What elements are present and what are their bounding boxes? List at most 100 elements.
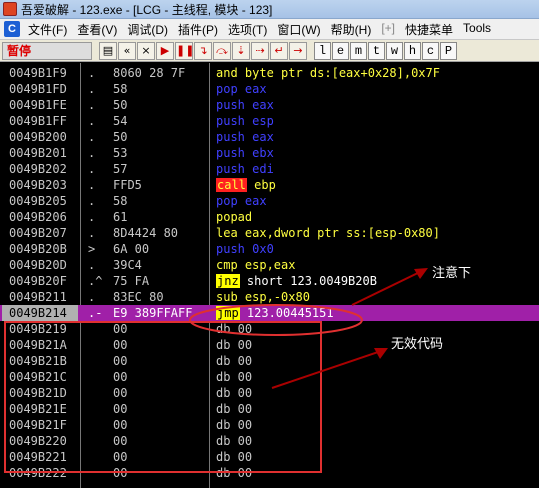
trace-into-icon[interactable]: ⇣ — [232, 41, 250, 60]
row-address: 0049B21A — [9, 338, 67, 352]
menu-bar: C 文件(F) 查看(V) 调试(D) 插件(P) 选项(T) 窗口(W) 帮助(H) [+]… — [0, 19, 539, 40]
row-operands: short 123.0049B20B — [239, 274, 377, 288]
row-operands: 00 — [230, 386, 253, 400]
disasm-row[interactable]: 0049B20B >6A 00 push 0x0 — [0, 241, 539, 257]
disasm-row[interactable]: 0049B219 00 db 00 — [0, 321, 539, 337]
disasm-row[interactable]: 0049B1FF. 54 push esp — [0, 113, 539, 129]
window-button-P[interactable]: P — [440, 41, 457, 60]
row-operands: 00 — [230, 418, 253, 432]
row-operands: byte ptr ds:[eax+0x28],0x7F — [237, 66, 440, 80]
window-button-m[interactable]: m — [350, 41, 367, 60]
row-mnemonic: push — [216, 114, 245, 128]
row-address: 0049B1F9 — [9, 66, 67, 80]
execute-till-return-icon[interactable]: ↵ — [270, 41, 288, 60]
menu-item[interactable]: 快捷菜单 — [400, 21, 458, 38]
step-into-icon[interactable]: ↴ — [194, 41, 212, 60]
trace-over-icon[interactable]: ⇢ — [251, 41, 269, 60]
disasm-row[interactable]: 0049B1FD. 58 pop eax — [0, 81, 539, 97]
row-mnemonic: db — [216, 370, 231, 384]
disasm-row[interactable]: 0049B200. 50 push eax — [0, 129, 539, 145]
row-address: 0049B221 — [9, 450, 67, 464]
row-operands: 00 — [230, 466, 253, 480]
menu-item[interactable]: Tools — [458, 21, 496, 38]
disasm-row[interactable]: 0049B21E 00 db 00 — [0, 401, 539, 417]
row-address: 0049B207 — [9, 226, 67, 240]
row-operands: eax — [244, 98, 274, 112]
row-address: 0049B21B — [9, 354, 67, 368]
menu-item[interactable]: 查看(V) — [72, 21, 122, 38]
menu-item[interactable]: 调试(D) — [122, 21, 173, 38]
row-mnemonic: pop — [216, 82, 238, 96]
row-address: 0049B214 — [2, 305, 78, 321]
row-hex: 61 — [113, 210, 128, 224]
window-title: 吾爱破解 - 123.exe - [LCG - 主线程, 模块 - 123] — [21, 2, 273, 17]
menu-item[interactable]: 选项(T) — [223, 21, 272, 38]
menu-item[interactable]: 文件(F) — [23, 21, 72, 38]
disasm-row[interactable]: 0049B214 .- E9 389FFAFF jmp 123.00445151 — [0, 305, 539, 321]
row-operands: eax — [244, 130, 274, 144]
disasm-row[interactable]: 0049B203. FFD5 call ebp — [0, 177, 539, 193]
disasm-row[interactable]: 0049B1F9. 8060 28 7F and byte ptr ds:[eax+… — [0, 65, 539, 81]
disasm-row[interactable]: 0049B205. 58 pop eax — [0, 193, 539, 209]
menu-item[interactable]: [+] — [376, 21, 400, 38]
row-operands: esp,-0x80 — [237, 290, 310, 304]
row-mnemonic: jmp — [216, 306, 240, 320]
disasm-row[interactable]: 0049B1FE. 50 push eax — [0, 97, 539, 113]
rewind-icon[interactable]: « — [118, 41, 136, 60]
close-icon[interactable]: × — [137, 41, 155, 60]
row-address: 0049B219 — [9, 322, 67, 336]
window-button-w[interactable]: w — [386, 41, 403, 60]
row-hex: 00 — [113, 370, 128, 384]
c-logo-icon[interactable]: C — [4, 21, 20, 37]
row-operands: ebp — [246, 178, 276, 192]
row-address: 0049B20D — [9, 258, 67, 272]
window-button-t[interactable]: t — [368, 41, 385, 60]
row-operands: eax,dword ptr ss:[esp-0x80] — [237, 226, 440, 240]
menu-item[interactable]: 插件(P) — [173, 21, 223, 38]
row-marker: . — [88, 162, 96, 176]
menu-item[interactable]: 窗口(W) — [272, 21, 325, 38]
row-hex: 00 — [113, 386, 128, 400]
row-hex: 00 — [113, 466, 128, 480]
row-operands: 00 — [230, 434, 253, 448]
row-mnemonic: push — [216, 146, 245, 160]
row-marker: . — [88, 130, 96, 144]
row-marker: . — [88, 226, 96, 240]
window-button-l[interactable]: l — [314, 41, 331, 60]
pause-icon[interactable]: ❚❚ — [175, 41, 194, 60]
disasm-row[interactable]: 0049B202. 57 push edi — [0, 161, 539, 177]
row-marker: . — [88, 290, 96, 304]
row-marker: > — [88, 242, 96, 256]
disasm-row[interactable]: 0049B207. 8D4424 80 lea eax,dword ptr ss:[… — [0, 225, 539, 241]
disasm-row[interactable]: 0049B221 00 db 00 — [0, 449, 539, 465]
row-operands: 00 — [230, 450, 253, 464]
disasm-row[interactable]: 0049B211. 83EC 80 sub esp,-0x80 — [0, 289, 539, 305]
row-marker: .^ — [88, 274, 103, 288]
row-marker: . — [88, 146, 96, 160]
disasm-row[interactable]: 0049B21D 00 db 00 — [0, 385, 539, 401]
window-button-e[interactable]: e — [332, 41, 349, 60]
row-address: 0049B200 — [9, 130, 67, 144]
disasm-row[interactable]: 0049B21A 00 db 00 — [0, 337, 539, 353]
disasm-row[interactable]: 0049B220 00 db 00 — [0, 433, 539, 449]
window-button-c[interactable]: c — [422, 41, 439, 60]
disasm-row[interactable]: 0049B21C 00 db 00 — [0, 369, 539, 385]
step-over-icon[interactable]: ⤼ — [213, 41, 231, 60]
menu-item[interactable]: 帮助(H) — [326, 21, 377, 38]
row-hex: 00 — [113, 450, 128, 464]
disasm-row[interactable]: 0049B201. 53 push ebx — [0, 145, 539, 161]
goto-icon[interactable]: → — [289, 41, 307, 60]
disasm-row[interactable]: 0049B206. 61 popad — [0, 209, 539, 225]
row-address: 0049B205 — [9, 194, 67, 208]
row-address: 0049B203 — [9, 178, 67, 192]
row-mnemonic: db — [216, 402, 231, 416]
note-invalid-code: 无效代码 — [391, 337, 444, 352]
run-icon[interactable]: ▶ — [156, 41, 174, 60]
window-button-h[interactable]: h — [404, 41, 421, 60]
disasm-row[interactable]: 0049B222 00 db 00 — [0, 465, 539, 481]
disasm-row[interactable]: 0049B21F 00 db 00 — [0, 417, 539, 433]
row-hex: 00 — [113, 354, 128, 368]
row-address: 0049B20B — [9, 242, 67, 256]
disasm-row[interactable]: 0049B21B 00 db 00 — [0, 353, 539, 369]
open-icon[interactable]: ▤ — [99, 41, 117, 60]
